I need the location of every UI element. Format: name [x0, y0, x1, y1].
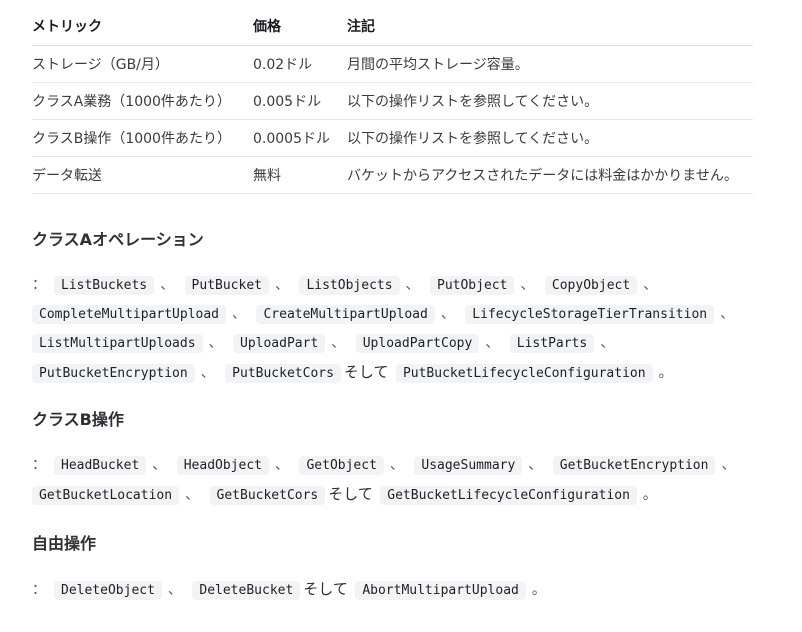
free-operations-title: 自由操作 — [32, 534, 97, 553]
separator-text: 、 — [528, 457, 543, 473]
list-lead-colon: ： — [32, 277, 46, 293]
separator-text: 、 — [485, 335, 500, 351]
notes-cell: 以下の操作リストを参照してください。 — [347, 82, 753, 120]
operation-code: HeadObject — [176, 456, 270, 475]
column-header-metric: メトリック — [32, 8, 253, 46]
operation-code: AbortMultipartUpload — [355, 581, 526, 600]
operation-code: GetBucketLocation — [32, 486, 180, 505]
free-operations: ： DeleteObject 、 DeleteBucket そして AbortMult… — [32, 575, 772, 605]
pricing-table: メトリック 価格 注記 ストレージ（GB/月） 0.02ドル 月間の平均ストレー… — [32, 8, 753, 194]
metric-cell: データ転送 — [32, 156, 253, 194]
separator-text: 、 — [275, 277, 289, 293]
metric-cell: クラスA業務（1000件あたり） — [32, 82, 253, 120]
operation-code: PutBucketLifecycleConfiguration — [395, 364, 653, 383]
table-row: クラスA業務（1000件あたり） 0.005ドル 以下の操作リストを参照してくだ… — [32, 82, 753, 120]
conjunction-text: そして — [303, 580, 348, 598]
operation-code: UploadPart — [233, 334, 326, 353]
class-b-operations: ： HeadBucket 、 HeadObject 、 GetObject 、 Usag… — [32, 451, 772, 510]
separator-text: 、 — [389, 457, 404, 473]
operation-code: UsageSummary — [414, 456, 523, 475]
operation-code: GetBucketEncryption — [552, 456, 716, 475]
metric-cell: ストレージ（GB/月） — [32, 45, 253, 83]
operation-code: CompleteMultipartUpload — [32, 305, 227, 324]
separator-text: 、 — [721, 457, 736, 473]
table-header-row: メトリック 価格 注記 — [32, 8, 753, 46]
price-cell: 0.0005ドル — [253, 119, 347, 157]
operation-code: ListMultipartUploads — [32, 334, 203, 353]
notes-cell: 月間の平均ストレージ容量。 — [347, 45, 753, 83]
separator-text: 、 — [720, 306, 735, 322]
operation-code: DeleteBucket — [192, 581, 301, 600]
operation-code: PutBucketEncryption — [32, 364, 195, 383]
notes-cell: バケットからアクセスされたデータには料金はかかりません。 — [347, 156, 753, 194]
list-lead-colon: ： — [32, 457, 46, 473]
operation-code: UploadPartCopy — [355, 334, 480, 353]
conjunction-text: そして — [343, 363, 389, 381]
class-a-operations: ： ListBuckets 、 PutBucket 、 ListObjects 、 Pu… — [32, 271, 772, 388]
operation-code: HeadBucket — [54, 456, 147, 475]
separator-text: 、 — [331, 335, 346, 351]
operation-code: ListBuckets — [54, 276, 155, 295]
list-lead-colon: ： — [32, 582, 46, 598]
operation-code: PutObject — [430, 276, 515, 295]
operation-code: LifecycleStorageTierTransition — [465, 305, 715, 324]
table-row: クラスB操作（1000件あたり） 0.0005ドル 以下の操作リストを参照してく… — [32, 119, 753, 157]
class-a-title: クラスAオペレーション — [32, 230, 204, 249]
metric-cell: クラスB操作（1000件あたり） — [32, 119, 253, 157]
separator-text: 、 — [152, 457, 167, 473]
separator-text: 、 — [405, 277, 420, 293]
operation-code: GetObject — [299, 456, 384, 475]
price-cell: 0.005ドル — [253, 82, 347, 120]
separator-text: 。 — [642, 487, 657, 503]
price-cell: 0.02ドル — [253, 45, 347, 83]
operation-code: CopyObject — [544, 276, 638, 295]
separator-text: 。 — [658, 365, 673, 381]
separator-text: 、 — [185, 487, 200, 503]
separator-text: 、 — [600, 335, 615, 351]
separator-text: 、 — [643, 277, 658, 293]
separator-text: 、 — [520, 277, 535, 293]
separator-text: 、 — [232, 306, 247, 322]
separator-text: 、 — [275, 457, 290, 473]
operation-code: GetBucketCors — [209, 486, 326, 505]
operation-code: DeleteObject — [54, 581, 162, 600]
conjunction-text: そして — [328, 485, 373, 503]
pricing-document: メトリック 価格 注記 ストレージ（GB/月） 0.02ドル 月間の平均ストレー… — [0, 0, 802, 632]
separator-text: 、 — [167, 582, 182, 598]
operation-code: CreateMultipartUpload — [256, 305, 435, 324]
operation-code: PutBucketCors — [225, 364, 341, 383]
operation-code: ListParts — [509, 334, 595, 353]
separator-text: 、 — [208, 335, 223, 351]
table-row: ストレージ（GB/月） 0.02ドル 月間の平均ストレージ容量。 — [32, 45, 753, 83]
column-header-price: 価格 — [253, 8, 347, 46]
separator-text: 、 — [200, 365, 215, 381]
table-row: データ転送 無料 バケットからアクセスされたデータには料金はかかりません。 — [32, 156, 753, 194]
separator-text: 。 — [531, 582, 546, 598]
separator-text: 、 — [160, 277, 175, 293]
operation-code: ListObjects — [299, 276, 400, 295]
notes-cell: 以下の操作リストを参照してください。 — [347, 119, 753, 157]
operation-code: GetBucketLifecycleConfiguration — [380, 486, 637, 505]
operation-code: PutBucket — [184, 276, 269, 295]
price-cell: 無料 — [253, 156, 347, 194]
column-header-notes: 注記 — [347, 8, 753, 46]
separator-text: 、 — [440, 306, 455, 322]
class-b-title: クラスB操作 — [32, 410, 124, 429]
